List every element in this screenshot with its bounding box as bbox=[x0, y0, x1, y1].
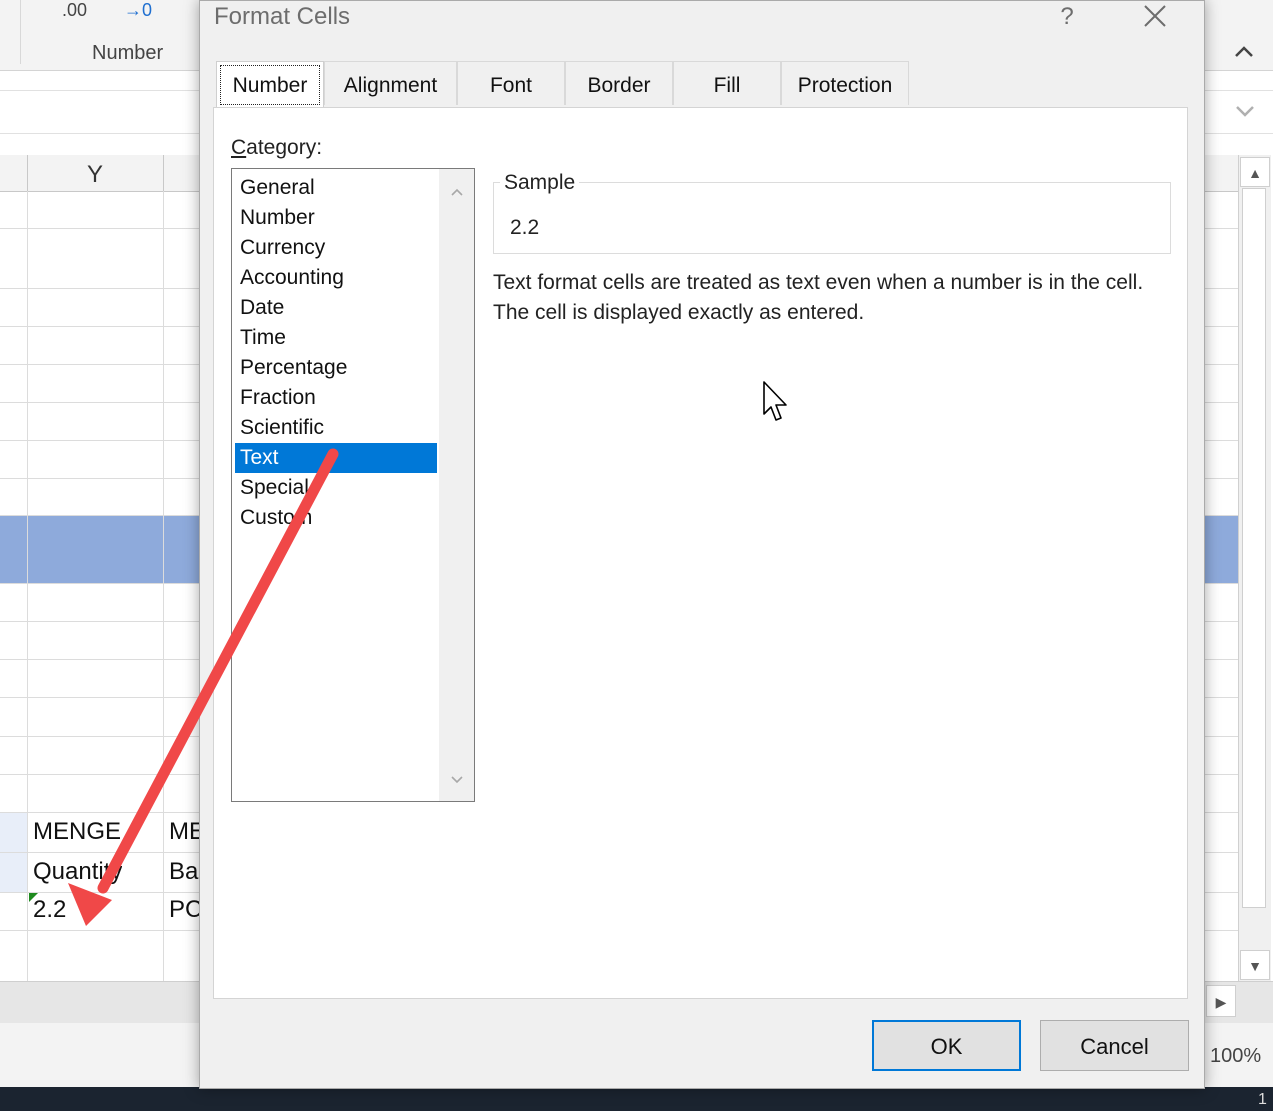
category-label-text: ategory: bbox=[246, 136, 323, 159]
scroll-down-icon[interactable]: ▼ bbox=[1240, 950, 1270, 980]
zoom-level[interactable]: 100% bbox=[1210, 1045, 1261, 1068]
mouse-cursor-icon bbox=[762, 380, 790, 424]
close-icon[interactable] bbox=[1138, 1, 1172, 35]
category-accounting[interactable]: Accounting bbox=[235, 263, 437, 293]
category-fraction[interactable]: Fraction bbox=[235, 383, 437, 413]
tab-border-label: Border bbox=[587, 74, 651, 97]
number-tab-panel: Category: General Number Currency Accoun… bbox=[213, 107, 1188, 999]
description-line-1: Text format cells are treated as text ev… bbox=[493, 271, 1144, 294]
tab-protection[interactable]: Protection bbox=[781, 61, 909, 105]
scroll-up-icon[interactable]: ▲ bbox=[1240, 157, 1270, 187]
listbox-scroll-up-icon[interactable] bbox=[439, 177, 474, 207]
tab-fill[interactable]: Fill bbox=[673, 61, 781, 105]
description-line-2: The cell is displayed exactly as entered… bbox=[493, 301, 865, 324]
cell-menge[interactable]: MENGE bbox=[33, 818, 121, 846]
cell-base[interactable]: Ba bbox=[169, 858, 199, 886]
taskbar-clock: 1 bbox=[1258, 1091, 1267, 1108]
tab-font[interactable]: Font bbox=[457, 61, 565, 105]
tab-number[interactable]: Number bbox=[216, 61, 324, 108]
decrease-decimal-button[interactable]: .00 bbox=[62, 0, 87, 21]
tab-alignment[interactable]: Alignment bbox=[324, 61, 457, 105]
category-label: Category: bbox=[231, 136, 322, 160]
category-number[interactable]: Number bbox=[235, 203, 437, 233]
category-label-accesskey: C bbox=[231, 136, 247, 159]
sample-label: Sample bbox=[500, 171, 580, 195]
category-percentage[interactable]: Percentage bbox=[235, 353, 437, 383]
column-header-y[interactable]: Y bbox=[27, 155, 164, 191]
gridline-v bbox=[27, 191, 28, 981]
tab-border[interactable]: Border bbox=[565, 61, 673, 105]
column-header-prev[interactable] bbox=[0, 155, 28, 191]
tab-protection-label: Protection bbox=[797, 74, 893, 97]
sample-groupbox bbox=[493, 182, 1171, 254]
listbox-scroll-down-icon[interactable] bbox=[439, 765, 474, 795]
tab-font-label: Font bbox=[489, 74, 533, 97]
category-time[interactable]: Time bbox=[235, 323, 437, 353]
category-text[interactable]: Text bbox=[235, 443, 437, 473]
category-listbox[interactable]: General Number Currency Accounting Date … bbox=[231, 168, 475, 802]
increase-decimal-button[interactable]: →0 bbox=[124, 0, 152, 21]
ribbon-separator bbox=[20, 0, 21, 64]
category-custom[interactable]: Custom bbox=[235, 503, 437, 533]
category-general[interactable]: General bbox=[235, 173, 437, 203]
ok-button[interactable]: OK bbox=[872, 1020, 1021, 1071]
column-header-next[interactable] bbox=[164, 155, 204, 191]
category-scientific[interactable]: Scientific bbox=[235, 413, 437, 443]
ribbon-group-label: Number bbox=[92, 42, 164, 64]
help-icon[interactable]: ? bbox=[1052, 3, 1082, 33]
expand-formula-bar-icon[interactable] bbox=[1230, 96, 1260, 126]
gridline-v bbox=[163, 191, 164, 981]
cell-quantity[interactable]: Quantity bbox=[33, 858, 122, 886]
tab-alignment-label: Alignment bbox=[343, 74, 438, 97]
dialog-title: Format Cells bbox=[214, 3, 351, 30]
cell-pc[interactable]: PC bbox=[169, 896, 199, 924]
format-description: Text format cells are treated as text ev… bbox=[493, 268, 1173, 328]
scroll-right-icon[interactable]: ▶ bbox=[1206, 985, 1236, 1017]
category-date[interactable]: Date bbox=[235, 293, 437, 323]
scroll-thumb[interactable] bbox=[1242, 188, 1266, 908]
format-cells-dialog: Format Cells ? Number Alignment Font Bor… bbox=[199, 0, 1205, 1089]
collapse-ribbon-icon[interactable] bbox=[1232, 40, 1256, 64]
cell-value[interactable]: 2.2 bbox=[33, 896, 66, 924]
category-special[interactable]: Special bbox=[235, 473, 437, 503]
focus-rectangle bbox=[220, 65, 320, 105]
category-scrollbar[interactable] bbox=[439, 169, 474, 801]
sample-value: 2.2 bbox=[510, 216, 540, 239]
cancel-button[interactable]: Cancel bbox=[1040, 1020, 1189, 1071]
tab-fill-label: Fill bbox=[713, 74, 741, 97]
category-currency[interactable]: Currency bbox=[235, 233, 437, 263]
cell-me[interactable]: ME bbox=[169, 818, 199, 846]
taskbar bbox=[0, 1087, 1273, 1111]
